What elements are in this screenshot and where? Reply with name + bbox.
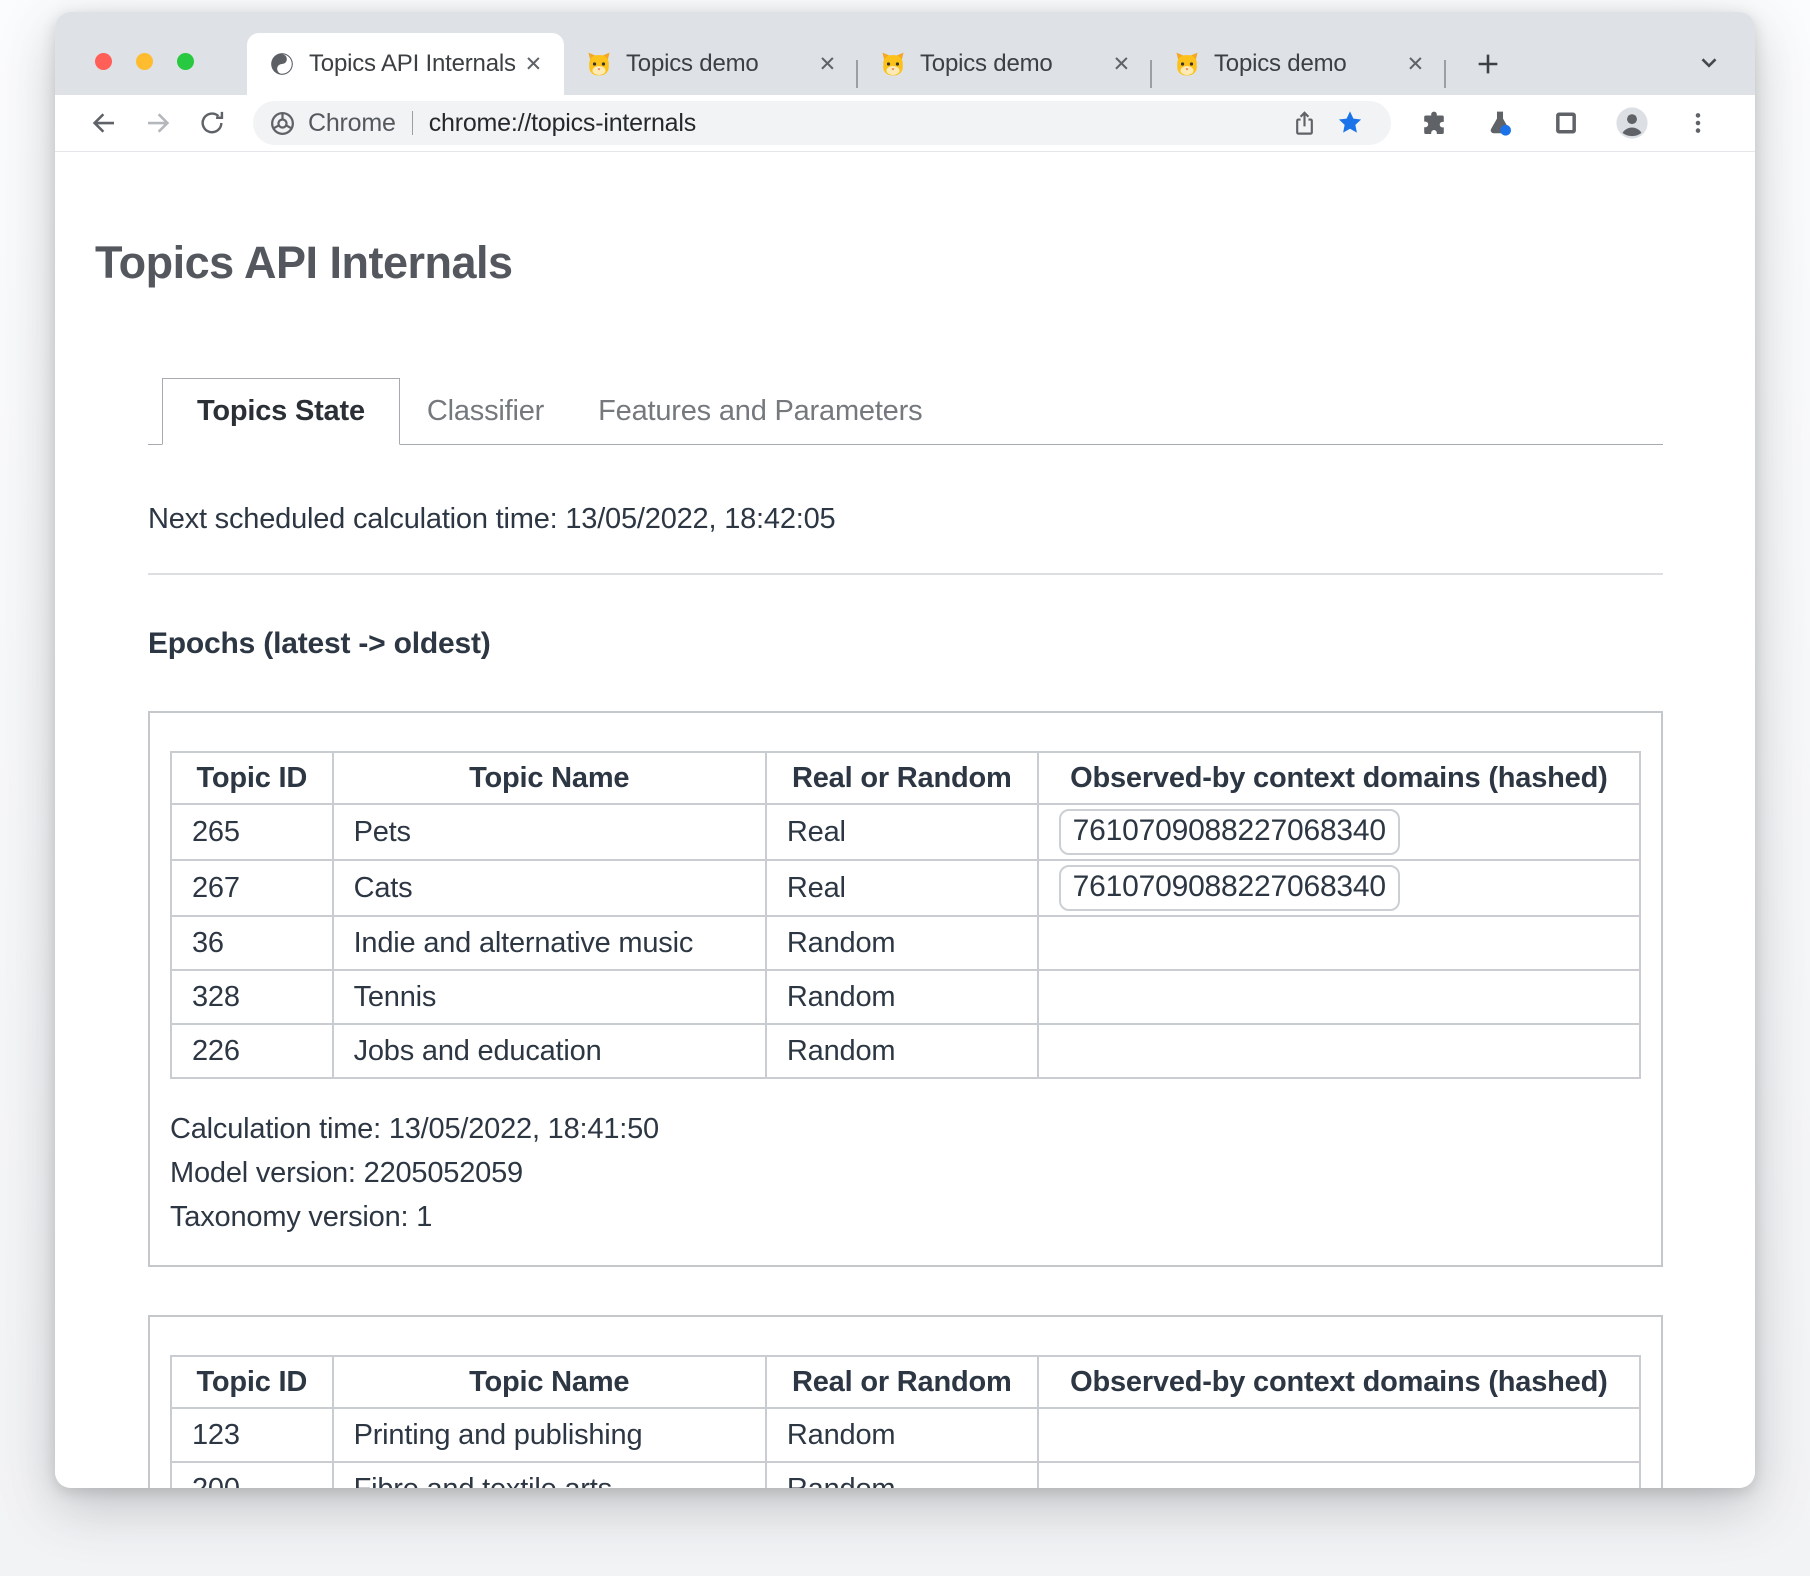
share-button[interactable] bbox=[1281, 103, 1327, 143]
extensions-button[interactable] bbox=[1407, 101, 1461, 145]
tab-close-icon[interactable]: ✕ bbox=[519, 50, 548, 79]
share-icon bbox=[1291, 110, 1318, 137]
window-controls bbox=[95, 53, 194, 70]
cat-favicon-icon bbox=[1174, 51, 1200, 77]
page-tab-bar: Topics State Classifier Features and Par… bbox=[148, 378, 1663, 445]
section-divider bbox=[148, 573, 1663, 575]
tab-title: Topics demo bbox=[1214, 50, 1401, 78]
col-header-real-or-random: Real or Random bbox=[766, 752, 1038, 804]
url-product-label: Chrome bbox=[308, 109, 396, 138]
reload-button[interactable] bbox=[185, 101, 239, 145]
col-header-real-or-random: Real or Random bbox=[766, 1356, 1038, 1408]
browser-tabs: Topics API Internals ✕ Topics demo ✕ bbox=[247, 33, 1516, 95]
col-header-topic-id: Topic ID bbox=[171, 752, 333, 804]
new-tab-button[interactable] bbox=[1460, 36, 1516, 92]
experiments-button[interactable] bbox=[1473, 101, 1527, 145]
url-divider bbox=[412, 111, 413, 135]
page-title: Topics API Internals bbox=[95, 236, 1663, 290]
epoch-meta: Calculation time: 13/05/2022, 18:41:50 M… bbox=[170, 1107, 1641, 1239]
table-row: 200 Fibre and textile arts Random bbox=[171, 1462, 1640, 1488]
fullscreen-window-button[interactable] bbox=[177, 53, 194, 70]
col-header-observed-by: Observed-by context domains (hashed) bbox=[1038, 752, 1640, 804]
col-header-topic-name: Topic Name bbox=[333, 752, 766, 804]
next-calculation-time: Next scheduled calculation time: 13/05/2… bbox=[148, 501, 1663, 537]
browser-tab-topics-internals[interactable]: Topics API Internals ✕ bbox=[247, 33, 564, 95]
chrome-logo-icon bbox=[269, 110, 296, 137]
observed-domain-chip: 7610709088227068340 bbox=[1059, 809, 1400, 855]
forward-button[interactable] bbox=[131, 101, 185, 145]
kebab-menu-icon bbox=[1685, 110, 1711, 136]
table-row: 36 Indie and alternative music Random bbox=[171, 916, 1640, 970]
calculation-time: Calculation time: 13/05/2022, 18:41:50 bbox=[170, 1107, 1641, 1151]
epoch-panel-1: Topic ID Topic Name Real or Random Obser… bbox=[148, 711, 1663, 1267]
taxonomy-version: Taxonomy version: 1 bbox=[170, 1195, 1641, 1239]
browser-tab-topics-demo-1[interactable]: Topics demo ✕ bbox=[564, 33, 856, 95]
tab-close-icon[interactable]: ✕ bbox=[813, 50, 842, 79]
address-bar[interactable]: Chrome chrome://topics-internals bbox=[253, 101, 1391, 145]
url-text: chrome://topics-internals bbox=[429, 109, 696, 138]
table-row: 226 Jobs and education Random bbox=[171, 1024, 1640, 1078]
close-window-button[interactable] bbox=[95, 53, 112, 70]
cat-favicon-icon bbox=[586, 51, 612, 77]
arrow-left-icon bbox=[89, 108, 119, 138]
tab-features-and-parameters[interactable]: Features and Parameters bbox=[571, 379, 949, 444]
browser-tab-topics-demo-2[interactable]: Topics demo ✕ bbox=[858, 33, 1150, 95]
browser-tabstrip: Topics API Internals ✕ Topics demo ✕ bbox=[55, 12, 1755, 95]
cat-favicon-icon bbox=[880, 51, 906, 77]
browser-toolbar: Chrome chrome://topics-internals bbox=[55, 95, 1755, 152]
table-header-row: Topic ID Topic Name Real or Random Obser… bbox=[171, 752, 1640, 804]
back-button[interactable] bbox=[77, 101, 131, 145]
reload-icon bbox=[198, 109, 226, 137]
tab-close-icon[interactable]: ✕ bbox=[1107, 50, 1136, 79]
tab-classifier[interactable]: Classifier bbox=[400, 379, 571, 444]
puzzle-icon bbox=[1420, 109, 1448, 137]
globe-favicon-icon bbox=[269, 51, 295, 77]
epochs-heading: Epochs (latest -> oldest) bbox=[148, 625, 1663, 663]
browser-window: Topics API Internals ✕ Topics demo ✕ bbox=[55, 12, 1755, 1488]
tab-close-icon[interactable]: ✕ bbox=[1401, 50, 1430, 79]
chevron-down-icon bbox=[1696, 49, 1722, 75]
table-header-row: Topic ID Topic Name Real or Random Obser… bbox=[171, 1356, 1640, 1408]
tab-topics-state[interactable]: Topics State bbox=[162, 378, 400, 445]
tab-title: Topics demo bbox=[626, 50, 813, 78]
topics-state-panel: Next scheduled calculation time: 13/05/2… bbox=[148, 501, 1663, 1488]
col-header-topic-name: Topic Name bbox=[333, 1356, 766, 1408]
profile-button[interactable] bbox=[1605, 101, 1659, 145]
epoch-table-1: Topic ID Topic Name Real or Random Obser… bbox=[170, 751, 1641, 1079]
toolbar-right-actions bbox=[1407, 101, 1725, 145]
plus-icon bbox=[1474, 50, 1502, 78]
col-header-observed-by: Observed-by context domains (hashed) bbox=[1038, 1356, 1640, 1408]
observed-domain-chip: 7610709088227068340 bbox=[1059, 865, 1400, 911]
epoch-panel-2: Topic ID Topic Name Real or Random Obser… bbox=[148, 1315, 1663, 1488]
table-row: 265 Pets Real 7610709088227068340 bbox=[171, 804, 1640, 860]
bookmark-button[interactable] bbox=[1327, 103, 1373, 143]
side-panel-icon bbox=[1552, 109, 1580, 137]
star-icon bbox=[1336, 109, 1364, 137]
table-row: 328 Tennis Random bbox=[171, 970, 1640, 1024]
arrow-right-icon bbox=[143, 108, 173, 138]
minimize-window-button[interactable] bbox=[136, 53, 153, 70]
table-row: 267 Cats Real 7610709088227068340 bbox=[171, 860, 1640, 916]
tab-separator bbox=[1444, 60, 1446, 88]
menu-button[interactable] bbox=[1671, 101, 1725, 145]
model-version: Model version: 2205052059 bbox=[170, 1151, 1641, 1195]
page-content: Topics API Internals Topics State Classi… bbox=[55, 152, 1755, 1488]
epoch-table-2: Topic ID Topic Name Real or Random Obser… bbox=[170, 1355, 1641, 1488]
browser-tab-topics-demo-3[interactable]: Topics demo ✕ bbox=[1152, 33, 1444, 95]
flask-icon bbox=[1486, 109, 1514, 137]
table-row: 123 Printing and publishing Random bbox=[171, 1408, 1640, 1462]
tab-title: Topics API Internals bbox=[309, 50, 519, 78]
col-header-topic-id: Topic ID bbox=[171, 1356, 333, 1408]
tab-title: Topics demo bbox=[920, 50, 1107, 78]
tab-search-button[interactable] bbox=[1689, 45, 1729, 79]
side-panel-button[interactable] bbox=[1539, 101, 1593, 145]
avatar-icon bbox=[1615, 106, 1649, 140]
